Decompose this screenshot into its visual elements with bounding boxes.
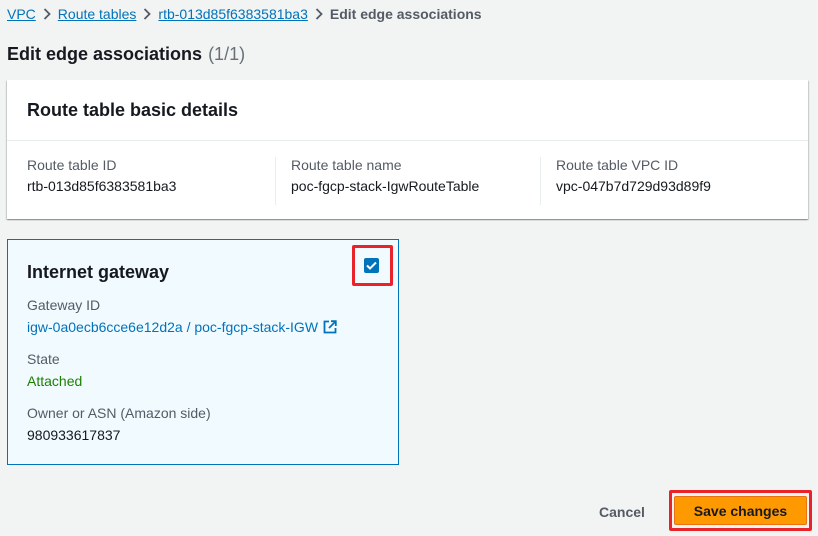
breadcrumb-vpc-link[interactable]: VPC <box>7 6 36 22</box>
page-title: Edit edge associations (1/1) <box>7 44 245 65</box>
breadcrumb-route-tables-link[interactable]: Route tables <box>58 6 137 22</box>
detail-label: Route table ID <box>27 157 117 173</box>
route-table-details-panel: Route table basic details Route table ID… <box>7 80 808 219</box>
internet-gateway-title: Internet gateway <box>27 262 170 282</box>
breadcrumb: VPC Route tables rtb-013d85f6383581ba3 E… <box>7 5 482 23</box>
gateway-id-link[interactable]: igw-0a0ecb6cce6e12d2a / poc-fgcp-stack-I… <box>27 319 337 335</box>
state-label: State <box>27 351 60 367</box>
detail-value: poc-fgcp-stack-IgwRouteTable <box>291 178 480 194</box>
gateway-id-value: igw-0a0ecb6cce6e12d2a / poc-fgcp-stack-I… <box>27 319 319 335</box>
checkmark-icon <box>366 261 377 270</box>
internet-gateway-card[interactable]: Internet gateway Gateway ID igw-0a0ecb6c… <box>7 239 399 465</box>
detail-route-table-vpc-id: Route table VPC ID vpc-047b7d729d93d89f9 <box>540 157 805 205</box>
owner-value: 980933617837 <box>27 427 121 443</box>
state-value: Attached <box>27 373 83 389</box>
details-header: Route table basic details <box>7 80 808 141</box>
external-link-icon <box>323 320 337 334</box>
details-columns: Route table ID rtb-013d85f6383581ba3 Rou… <box>7 141 808 205</box>
page-title-text: Edit edge associations <box>7 44 203 64</box>
detail-value: rtb-013d85f6383581ba3 <box>27 178 177 194</box>
owner-field: Owner or ASN (Amazon side) 980933617837 <box>27 405 379 443</box>
internet-gateway-checkbox[interactable] <box>364 258 379 273</box>
page-title-count: (1/1) <box>208 44 246 64</box>
cancel-button[interactable]: Cancel <box>590 499 654 525</box>
gateway-id-field: Gateway ID igw-0a0ecb6cce6e12d2a / poc-f… <box>27 297 379 335</box>
detail-label: Route table name <box>291 157 402 173</box>
gateway-id-label: Gateway ID <box>27 297 101 313</box>
breadcrumb-current: Edit edge associations <box>329 6 482 22</box>
chevron-right-icon <box>36 8 58 20</box>
chevron-right-icon <box>136 8 158 20</box>
details-title: Route table basic details <box>27 100 239 120</box>
chevron-right-icon <box>308 8 330 20</box>
owner-label: Owner or ASN (Amazon side) <box>27 405 211 421</box>
state-field: State Attached <box>27 351 379 389</box>
detail-label: Route table VPC ID <box>556 157 679 173</box>
breadcrumb-route-table-id-link[interactable]: rtb-013d85f6383581ba3 <box>158 6 307 22</box>
detail-value: vpc-047b7d729d93d89f9 <box>556 178 711 194</box>
detail-route-table-name: Route table name poc-fgcp-stack-IgwRoute… <box>275 157 540 205</box>
detail-route-table-id: Route table ID rtb-013d85f6383581ba3 <box>7 157 275 205</box>
save-changes-button[interactable]: Save changes <box>674 496 807 525</box>
